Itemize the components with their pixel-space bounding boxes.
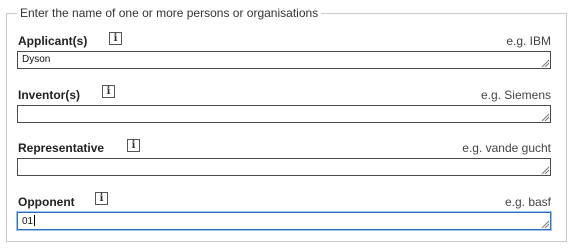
info-icon[interactable]: i [95,192,108,205]
inventor-input[interactable] [17,105,551,123]
info-icon[interactable]: i [127,139,140,152]
applicant-input[interactable]: Dyson [17,51,551,69]
opponent-input[interactable]: 01 [17,212,551,230]
applicant-label: Applicant(s) [18,34,88,48]
inventor-label: Inventor(s) [18,88,81,102]
resize-grip-icon[interactable] [541,59,549,67]
opponent-example: e.g. basf [504,195,551,209]
info-icon[interactable]: i [109,32,122,45]
opponent-input-value: 01 [22,216,34,227]
opponent-label: Opponent [18,195,75,209]
applicant-example: e.g. IBM [506,34,551,48]
representative-example: e.g. vande gucht [462,141,551,155]
resize-grip-icon[interactable] [541,166,549,174]
resize-grip-icon[interactable] [541,113,549,121]
search-fieldset [6,13,567,242]
applicant-input-value: Dyson [22,54,51,65]
representative-label: Representative [18,141,105,155]
inventor-example: e.g. Siemens [480,88,551,102]
text-caret [34,215,36,226]
fieldset-legend: Enter the name of one or more persons or… [17,6,322,20]
resize-grip-icon[interactable] [541,220,549,228]
info-icon[interactable]: i [102,85,115,98]
representative-input[interactable] [17,158,551,176]
